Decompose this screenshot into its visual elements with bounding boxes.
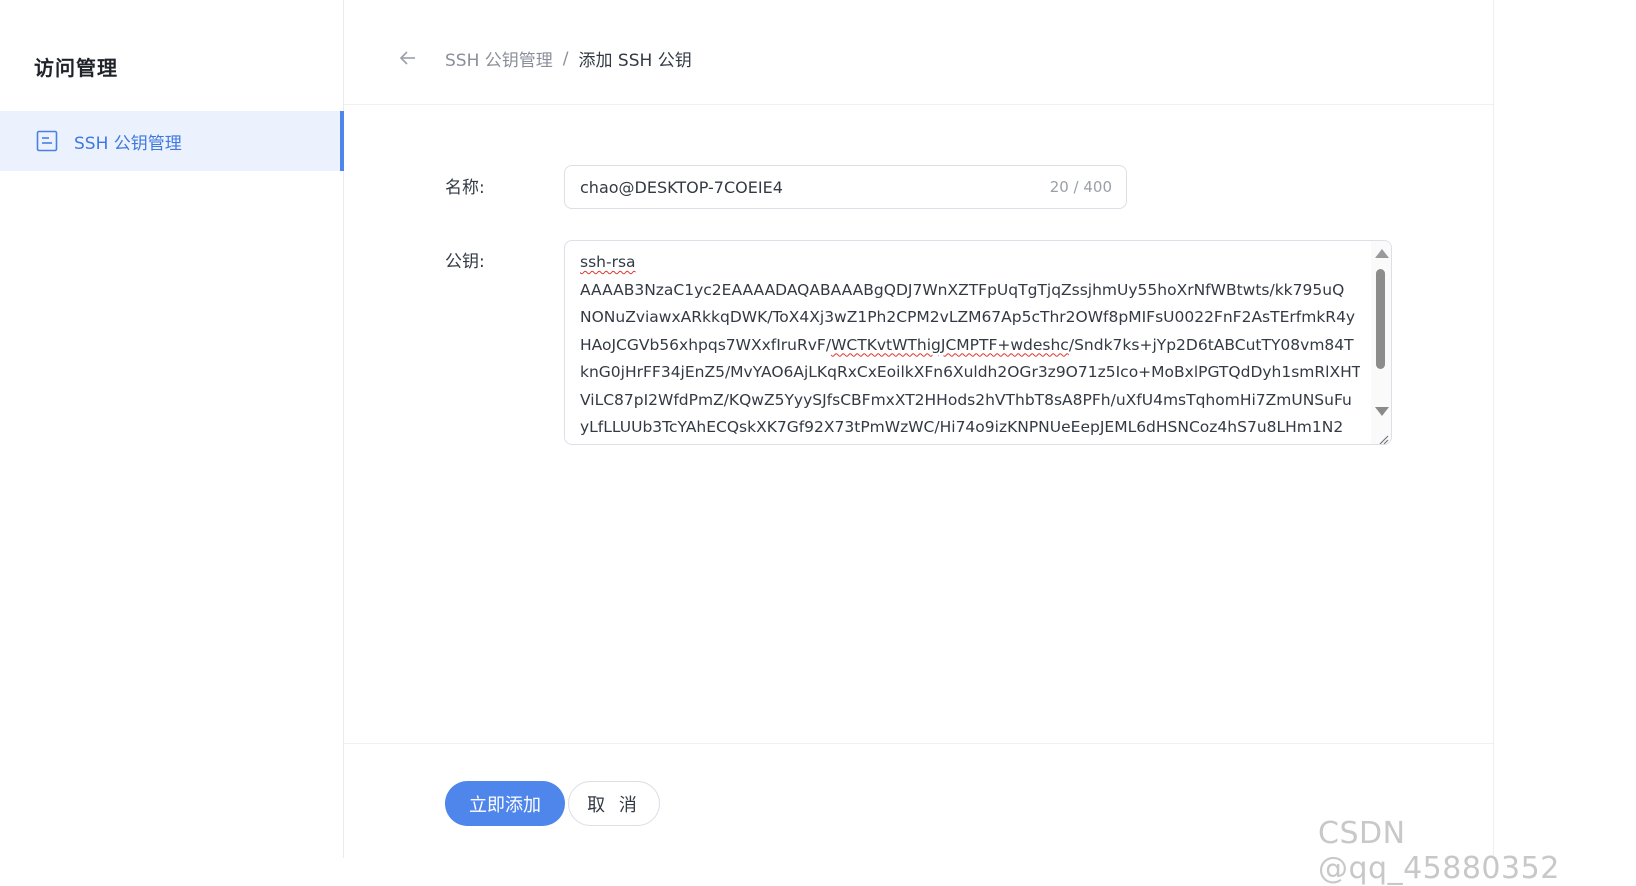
key-line: HAoJCGVb56xhpqs7WXxfIruRvF/WCTKvtWThigJC… xyxy=(580,332,1360,360)
back-arrow-icon[interactable] xyxy=(398,48,418,68)
key-line-part: /Sndk7ks+jYp2D6tABCutTY08vm84T xyxy=(1068,335,1354,354)
key-line-part: HAoJCGVb56xhpqs7WXxfIruRvF/ xyxy=(580,335,832,354)
name-input[interactable] xyxy=(580,177,1050,197)
breadcrumb-parent[interactable]: SSH 公钥管理 xyxy=(445,46,553,71)
sidebar-item-label: SSH 公钥管理 xyxy=(74,133,182,154)
main-panel: SSH 公钥管理 / 添加 SSH 公钥 名称: 20 / 400 公钥: ss… xyxy=(344,0,1494,858)
submit-button[interactable]: 立即添加 xyxy=(445,781,565,826)
public-key-label: 公钥: xyxy=(445,252,485,272)
name-char-count: 20 / 400 xyxy=(1049,178,1112,196)
footer-divider xyxy=(344,743,1493,744)
key-line: ViLC87pI2WfdPmZ/KQwZ5YyySJfsCBFmxXT2HHod… xyxy=(580,390,1352,409)
key-line: NONuZviawxARkkqDWK/ToX4Xj3wZ1Ph2CPM2vLZM… xyxy=(580,308,1356,326)
name-label: 名称: xyxy=(445,178,485,198)
sidebar-item-ssh-keys[interactable]: SSH 公钥管理 xyxy=(0,111,344,171)
page-header: SSH 公钥管理 / 添加 SSH 公钥 xyxy=(344,0,1493,105)
scroll-up-arrow-icon[interactable] xyxy=(1375,249,1389,258)
name-field-wrapper: 20 / 400 xyxy=(564,165,1127,209)
sidebar-title: 访问管理 xyxy=(34,56,118,80)
key-line: knG0jHrFF34jEnZ5/MvYAO6AjLKqRxCxEoilkXFn… xyxy=(580,363,1360,381)
scroll-down-arrow-icon[interactable] xyxy=(1375,407,1389,416)
breadcrumb-current: 添加 SSH 公钥 xyxy=(578,51,692,71)
resize-grip-icon[interactable] xyxy=(1377,430,1389,444)
public-key-text[interactable]: ssh-rsa AAAAB3NzaC1yc2EAAAADAQABAAABgQDJ7… xyxy=(580,249,1360,441)
key-line: yLfLLUUb3TcYAhECQskXK7Gf92X73tPmWzWC/Hi7… xyxy=(580,418,1344,436)
breadcrumb: SSH 公钥管理 / 添加 SSH 公钥 xyxy=(445,46,692,72)
watermark-text: CSDN @qq_45880352 xyxy=(1318,816,1560,886)
key-line: AAAAB3NzaC1yc2EAAAADAQABAAABgQDJ7WnXZTFp… xyxy=(580,280,1345,299)
textarea-scrollbar[interactable] xyxy=(1371,241,1391,444)
document-list-icon xyxy=(36,130,58,152)
key-line-text: ssh-rsa xyxy=(580,253,636,271)
scrollbar-thumb[interactable] xyxy=(1376,269,1385,369)
breadcrumb-separator: / xyxy=(562,48,569,69)
cancel-button[interactable]: 取 消 xyxy=(568,781,660,826)
public-key-textarea[interactable]: ssh-rsa AAAAB3NzaC1yc2EAAAADAQABAAABgQDJ7… xyxy=(564,240,1392,445)
key-line: ssh-rsa xyxy=(580,249,1360,277)
sidebar: 访问管理 SSH 公钥管理 xyxy=(0,0,344,858)
key-line-part-misspelled: WCTKvtWThigJCMPTF+wdeshc xyxy=(831,335,1069,354)
